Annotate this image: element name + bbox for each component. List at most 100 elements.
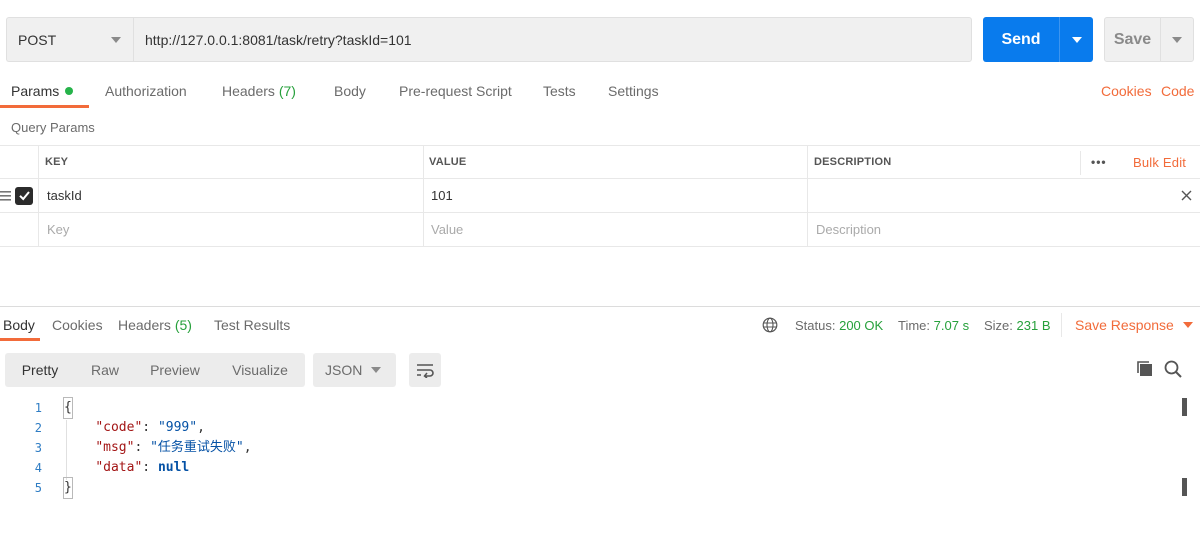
tab-label: Headers	[222, 83, 275, 99]
tab-pre-request-script[interactable]: Pre-request Script	[399, 80, 512, 110]
pane-divider[interactable]	[0, 306, 1200, 307]
drag-handle-icon[interactable]	[0, 179, 11, 212]
check-icon	[18, 191, 30, 201]
save-button[interactable]: Save	[1104, 17, 1194, 62]
table-header-row: KEY VALUE DESCRIPTION ••• Bulk Edit	[0, 145, 1200, 179]
format-tab-preview[interactable]: Preview	[135, 353, 215, 387]
column-header-key: KEY	[45, 156, 69, 168]
line-number: 5	[34, 481, 42, 495]
tab-label: Pre-request Script	[399, 83, 512, 99]
json-key: "data"	[95, 460, 143, 475]
scrollbar-bottom[interactable]	[1182, 478, 1187, 496]
tab-headers[interactable]: Headers (7)	[222, 80, 296, 110]
chevron-down-icon	[1071, 36, 1082, 43]
code-line: 3 "msg": "任务重试失败",	[0, 438, 1180, 458]
line-number: 3	[34, 441, 42, 455]
code-line: 4 "data": null	[0, 458, 1180, 478]
response-status: Status: 200 OK	[795, 318, 883, 333]
tab-settings[interactable]: Settings	[608, 80, 659, 110]
format-tabs: Pretty Raw Preview Visualize	[5, 353, 305, 387]
chevron-down-icon	[1172, 36, 1182, 43]
response-tab-headers[interactable]: Headers (5)	[118, 317, 192, 333]
copy-icon[interactable]	[1135, 359, 1155, 379]
method-label: POST	[18, 31, 57, 48]
column-divider	[38, 146, 39, 178]
hamburger-icon	[0, 190, 11, 201]
chevron-down-icon	[371, 367, 381, 373]
separator	[1061, 313, 1062, 337]
json-punct: ,	[243, 440, 252, 455]
bulk-edit-link[interactable]: Bulk Edit	[1133, 146, 1186, 178]
format-tab-pretty[interactable]: Pretty	[5, 353, 75, 387]
size-value: 231 B	[1016, 318, 1051, 333]
cookies-link[interactable]: Cookies	[1101, 83, 1152, 99]
column-divider	[807, 213, 808, 246]
param-value[interactable]: 101	[431, 179, 453, 212]
value-input[interactable]: Value	[431, 213, 463, 246]
code-text: {	[63, 397, 73, 419]
param-checkbox[interactable]	[15, 179, 33, 212]
delete-param-button[interactable]	[1181, 179, 1192, 212]
code-link[interactable]: Code	[1161, 83, 1194, 99]
close-icon	[1181, 190, 1192, 201]
column-divider	[807, 146, 808, 178]
param-key[interactable]: taskId	[47, 179, 82, 212]
send-button[interactable]: Send	[983, 17, 1093, 62]
tab-authorization[interactable]: Authorization	[105, 80, 187, 110]
json-value: null	[157, 460, 190, 475]
send-options-button[interactable]	[1059, 17, 1093, 62]
response-tab-test-results[interactable]: Test Results	[214, 317, 290, 333]
code-text: }	[63, 477, 73, 499]
table-row: taskId 101	[0, 179, 1200, 213]
json-key: "msg"	[95, 440, 135, 455]
status-dot-icon	[65, 87, 74, 95]
response-body-editor[interactable]: 1 { 2 "code": "999", 3 "msg": "任务重试失败", …	[0, 397, 1180, 499]
response-tab-cookies[interactable]: Cookies	[52, 317, 103, 333]
json-punct: ,	[197, 420, 205, 435]
description-input[interactable]: Description	[816, 213, 881, 246]
scrollbar-top[interactable]	[1182, 398, 1187, 416]
code-text: "code": "999",	[95, 420, 205, 435]
column-header-value: VALUE	[429, 156, 467, 168]
size-label: Size:	[984, 318, 1013, 333]
tab-label: Settings	[608, 83, 659, 99]
chevron-down-icon	[1182, 322, 1193, 328]
line-number: 1	[34, 401, 42, 415]
globe-icon[interactable]	[762, 317, 778, 333]
query-params-title: Query Params	[11, 120, 95, 135]
save-options-button[interactable]	[1160, 18, 1193, 61]
chevron-down-icon	[111, 36, 121, 43]
tab-label: Headers	[118, 317, 171, 333]
tab-label: Tests	[543, 83, 576, 99]
response-size: Size: 231 B	[984, 318, 1051, 333]
code-line: 5 }	[0, 477, 1180, 499]
tab-body[interactable]: Body	[334, 80, 366, 110]
column-divider	[38, 213, 39, 246]
format-tab-visualize[interactable]: Visualize	[215, 353, 305, 387]
json-key: "code"	[95, 420, 143, 435]
response-tab-body[interactable]: Body	[3, 317, 35, 333]
status-value: 200 OK	[839, 318, 884, 333]
more-options-icon[interactable]: •••	[1091, 146, 1107, 178]
wrap-lines-button[interactable]	[409, 353, 441, 387]
save-response-label: Save Response	[1075, 317, 1174, 333]
line-number: 2	[34, 421, 42, 435]
format-select-value: JSON	[325, 362, 363, 378]
save-response-button[interactable]: Save Response	[1075, 317, 1193, 333]
url-input[interactable]: http://127.0.0.1:8081/task/retry?taskId=…	[133, 17, 972, 62]
format-select[interactable]: JSON	[313, 353, 396, 387]
params-table: KEY VALUE DESCRIPTION ••• Bulk Edit task…	[0, 145, 1200, 247]
tab-count: (7)	[278, 83, 296, 99]
key-input[interactable]: Key	[47, 213, 69, 246]
code-text: "msg": "任务重试失败",	[95, 440, 252, 455]
code-line: 2 "code": "999",	[0, 418, 1180, 438]
column-divider	[1080, 151, 1081, 175]
format-tab-raw[interactable]: Raw	[75, 353, 135, 387]
save-label: Save	[1113, 30, 1152, 48]
column-divider	[423, 179, 424, 212]
time-label: Time:	[898, 318, 931, 333]
tab-tests[interactable]: Tests	[543, 80, 576, 110]
search-icon[interactable]	[1163, 359, 1183, 379]
method-select[interactable]: POST	[6, 17, 133, 62]
tab-label: Authorization	[105, 83, 187, 99]
